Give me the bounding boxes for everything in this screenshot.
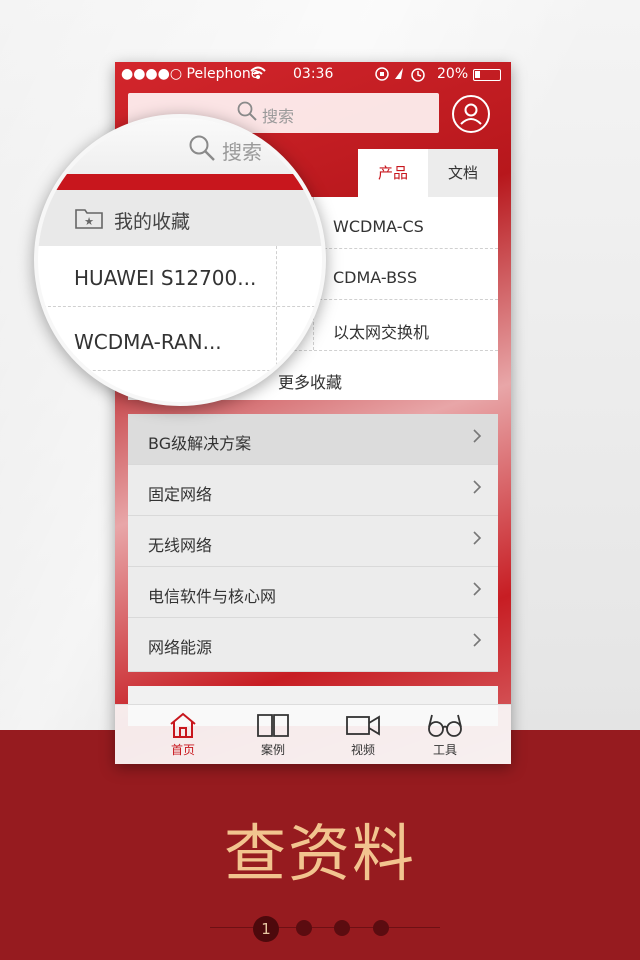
user-profile-button[interactable] (452, 95, 490, 133)
tabbar-cases[interactable]: 案例 (243, 711, 303, 758)
tabbar-label: 工具 (432, 743, 457, 757)
page-indicator-line (210, 927, 440, 928)
tab-products[interactable]: 产品 (358, 149, 428, 197)
clock: 03:36 (293, 66, 334, 82)
video-camera-icon (346, 715, 380, 736)
favorite-item[interactable]: CDMA-BSS (333, 268, 417, 287)
user-icon (460, 103, 482, 125)
menu-item-label: 无线网络 (148, 536, 213, 555)
promo-headline: 查资料 (223, 817, 416, 890)
star-folder-icon: ★ (75, 209, 103, 229)
menu-item-fixed-network[interactable]: 固定网络 (128, 465, 498, 516)
menu-item-label: 电信软件与核心网 (148, 587, 277, 606)
more-favorites-link[interactable]: 更多收藏 (278, 369, 342, 393)
status-bar: ●●●●○ Pelephone 03:36 20% (115, 62, 511, 88)
tabbar-video[interactable]: 视频 (333, 711, 393, 758)
favorite-item[interactable]: WCDMA-CS (333, 217, 424, 236)
menu-item-bg-solutions[interactable]: BG级解决方案 (128, 414, 498, 465)
home-icon (170, 712, 196, 738)
wifi-icon (249, 64, 267, 86)
svg-text:★: ★ (84, 215, 94, 228)
tabbar-home[interactable]: 首页 (153, 711, 213, 758)
carrier-label: ●●●●○ Pelephone (121, 66, 260, 82)
glasses-icon (428, 714, 462, 737)
favorites-header: ★ 我的收藏 (38, 190, 322, 246)
chevron-right-icon (473, 429, 482, 443)
page-dot-active[interactable]: 1 (253, 916, 279, 942)
magnified-red-strip (38, 174, 322, 190)
favorite-item[interactable]: WCDMA-RAN... (74, 330, 222, 354)
bottom-tab-bar: 首页 案例 视频 工具 (115, 704, 511, 764)
tabbar-tools[interactable]: 工具 (415, 711, 475, 758)
divider (38, 370, 322, 371)
chevron-right-icon (473, 633, 482, 647)
page-indicator: 1 (210, 916, 440, 942)
favorite-item[interactable]: 以太网交换机 (333, 319, 429, 343)
menu-item-label: 固定网络 (148, 485, 213, 504)
book-icon (257, 714, 289, 737)
divider (276, 246, 277, 402)
chevron-right-icon (473, 480, 482, 494)
battery-icon (473, 69, 501, 81)
tab-documents[interactable]: 文档 (428, 149, 498, 197)
divider (38, 306, 322, 307)
favorites-title: 我的收藏 (114, 211, 191, 233)
battery-percent: 20% (437, 66, 469, 82)
magnified-search: 搜索 (38, 118, 322, 174)
favorite-item[interactable]: HUAWEI S12700... (74, 266, 256, 290)
search-icon (189, 135, 215, 161)
status-icons (375, 65, 431, 87)
magnifier-lens: 搜索 ★ 我的收藏 HUAWEI S12700... WCDMA-RAN... (34, 114, 326, 406)
menu-item-network-energy[interactable]: 网络能源 (128, 618, 498, 672)
page-dot[interactable] (296, 920, 312, 936)
search-placeholder: 搜索 (222, 140, 262, 164)
chevron-right-icon (473, 531, 482, 545)
page-dot[interactable] (373, 920, 389, 936)
category-menu: BG级解决方案 固定网络 无线网络 电信软件与核心网 网络能源 (128, 414, 498, 672)
menu-item-telecom-software[interactable]: 电信软件与核心网 (128, 567, 498, 618)
menu-item-wireless-network[interactable]: 无线网络 (128, 516, 498, 567)
tabbar-label: 案例 (260, 743, 285, 757)
chevron-right-icon (473, 582, 482, 596)
tabbar-label: 视频 (350, 743, 375, 757)
menu-item-label: 网络能源 (148, 638, 213, 657)
menu-item-label: BG级解决方案 (148, 434, 252, 453)
page-dot[interactable] (334, 920, 350, 936)
tabbar-label: 首页 (170, 743, 195, 757)
